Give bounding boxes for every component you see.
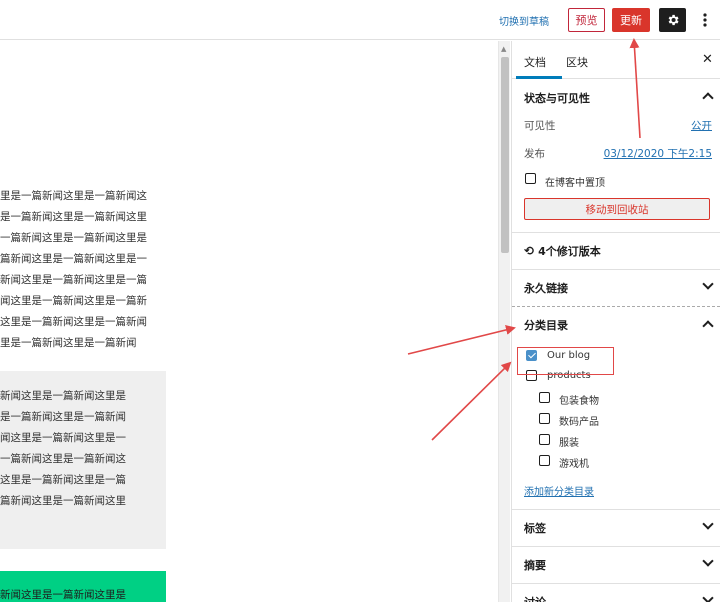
text-line: 闻这里是一篇新闻这里是一篇新	[0, 295, 147, 307]
category-label: 包装食物	[559, 396, 599, 407]
trash-row: 移动到回收站	[512, 196, 720, 232]
add-category-row: 添加新分类目录	[512, 471, 720, 509]
text-line: 篇新闻这里是一篇新闻这里	[0, 495, 126, 507]
annotation-highlight-box	[517, 347, 614, 375]
category-checkbox[interactable]	[539, 392, 550, 403]
text-line: 里是一篇新闻这里是一篇新闻这	[0, 190, 147, 202]
text-line: 这里是一篇新闻这里是一篇	[0, 474, 126, 486]
text-line: 是一篇新闻这里是一篇新闻	[0, 411, 126, 423]
publish-label: 发布	[524, 148, 545, 160]
settings-button[interactable]	[659, 8, 686, 32]
category-label: 游戏机	[559, 459, 589, 470]
category-checkbox[interactable]	[539, 455, 550, 466]
panel-title: 分类目录	[524, 319, 568, 332]
category-item: 服装	[512, 429, 720, 450]
revisions-link[interactable]: ⟲ 4个修订版本	[512, 232, 720, 269]
close-icon[interactable]: ✕	[702, 52, 713, 67]
green-background-block[interactable]: 新闻这里是一篇新闻这里是	[0, 571, 166, 602]
category-label: 服装	[559, 438, 579, 449]
panel-discussion[interactable]: 讨论	[512, 583, 720, 602]
chevron-down-icon	[702, 278, 714, 290]
tab-block[interactable]: 区块	[566, 54, 588, 70]
panel-title: 摘要	[524, 559, 546, 572]
editor-canvas: 里是一篇新闻这里是一篇新闻这 是一篇新闻这里是一篇新闻这里 一篇新闻这里是一篇新…	[0, 41, 497, 602]
panel-categories[interactable]: 分类目录	[512, 306, 720, 343]
sidebar-tabs: 文档 区块 ✕	[512, 41, 720, 79]
publish-row: 发布 03/12/2020 下午2:15	[512, 138, 720, 166]
publish-date-toggle[interactable]: 03/12/2020 下午2:15	[604, 146, 712, 161]
sticky-checkbox[interactable]	[525, 173, 536, 184]
more-vertical-icon	[703, 13, 707, 27]
editor-header: 切换到草稿 预览 更新	[0, 0, 720, 40]
text-line: 闻这里是一篇新闻这里是一	[0, 432, 126, 444]
chevron-up-icon	[702, 320, 714, 332]
grey-background-block[interactable]: 新闻这里是一篇新闻这里是 是一篇新闻这里是一篇新闻 闻这里是一篇新闻这里是一 一…	[0, 371, 166, 549]
history-icon: ⟲	[524, 244, 535, 258]
panel-title: 状态与可见性	[524, 91, 590, 105]
category-item: 包装食物	[512, 387, 720, 408]
more-options-button[interactable]	[695, 8, 715, 32]
chevron-up-icon	[702, 92, 714, 104]
text-line: 新闻这里是一篇新闻这里是	[0, 390, 126, 402]
category-item: 游戏机	[512, 450, 720, 471]
chevron-down-icon	[702, 518, 714, 530]
scroll-up-arrow-icon[interactable]: ▲	[501, 45, 506, 53]
add-new-category-link[interactable]: 添加新分类目录	[524, 483, 594, 498]
sticky-label: 在博客中置顶	[545, 178, 605, 189]
panel-tags[interactable]: 标签	[512, 509, 720, 546]
panel-excerpt[interactable]: 摘要	[512, 546, 720, 583]
scroll-thumb[interactable]	[501, 57, 509, 253]
chevron-down-icon	[702, 555, 714, 567]
text-line: 篇新闻这里是一篇新闻这里是一	[0, 253, 147, 265]
text-line: 新闻这里是一篇新闻这里是一篇	[0, 274, 147, 286]
panel-title: 讨论	[524, 594, 546, 602]
text-line: 是一篇新闻这里是一篇新闻这里	[0, 211, 147, 223]
category-item: 数码产品	[512, 408, 720, 429]
paragraph-block[interactable]: 里是一篇新闻这里是一篇新闻这 是一篇新闻这里是一篇新闻这里 一篇新闻这里是一篇新…	[0, 186, 170, 354]
panel-title: 永久链接	[524, 282, 568, 295]
visibility-toggle[interactable]: 公开	[691, 118, 712, 133]
panel-title: 标签	[524, 522, 546, 535]
category-label: 数码产品	[559, 417, 599, 428]
revisions-label: 4个修订版本	[538, 245, 601, 258]
text-line: 一篇新闻这里是一篇新闻这	[0, 453, 126, 465]
category-checkbox[interactable]	[539, 434, 550, 445]
move-to-trash-button[interactable]: 移动到回收站	[524, 198, 710, 220]
switch-to-draft-link[interactable]: 切换到草稿	[499, 13, 549, 28]
text-line: 一篇新闻这里是一篇新闻这里是	[0, 232, 147, 244]
panel-permalink[interactable]: 永久链接	[512, 269, 720, 306]
preview-button[interactable]: 预览	[568, 8, 605, 32]
text-line: 这里是一篇新闻这里是一篇新闻	[0, 316, 147, 328]
category-checkbox[interactable]	[539, 413, 550, 424]
settings-sidebar: 文档 区块 ✕ 状态与可见性 可见性 公开 发布 03/12/2020 下午2:…	[511, 41, 720, 602]
update-button[interactable]: 更新	[612, 8, 650, 32]
chevron-down-icon	[702, 592, 714, 602]
editor-scrollbar[interactable]: ▲	[498, 41, 510, 602]
text-line: 新闻这里是一篇新闻这里是	[0, 589, 126, 601]
text-line: 里是一篇新闻这里是一篇新闻	[0, 337, 137, 349]
gear-icon	[668, 14, 679, 26]
visibility-label: 可见性	[524, 120, 556, 132]
visibility-row: 可见性 公开	[512, 110, 720, 138]
tab-document[interactable]: 文档	[524, 54, 546, 70]
sticky-row: 在博客中置顶	[512, 166, 720, 196]
